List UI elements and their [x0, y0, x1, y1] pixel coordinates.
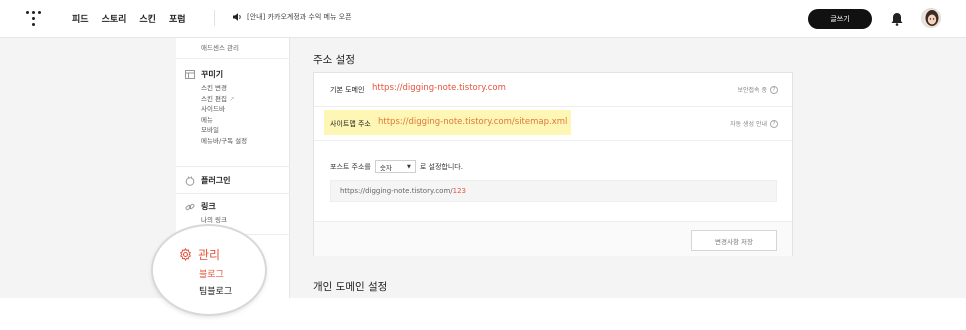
post-format-select[interactable]: 숫자 ▼ [374, 160, 416, 173]
sidebar-divider [176, 58, 290, 59]
sidebar-group-link: 링크 나의 링크 [185, 201, 227, 226]
manage-title-text: 관리 [198, 248, 221, 262]
nav-item-feed[interactable]: 피드 [72, 12, 89, 25]
save-changes-button[interactable]: 변경사항 저장 [691, 230, 777, 251]
secure-hint-text: 보안접속 중 [737, 87, 767, 94]
notice-text: [안내] 카카오계정과 수익 메뉴 오픈 [247, 13, 352, 21]
main-nav: 피드 스토리 스킨 포럼 [72, 12, 186, 25]
manage-item-blog[interactable]: 블로그 [199, 267, 224, 280]
sidebar-group-plugin: 플러그인 [185, 175, 230, 186]
sidebar-item-menubar-subscribe[interactable]: 메뉴바/구독 설정 [201, 136, 247, 147]
nav-divider [214, 10, 215, 26]
post-url-preview: https://digging-note.tistory.com/123 [330, 180, 777, 202]
sidebar-divider [176, 166, 290, 167]
help-icon[interactable]: ? [770, 85, 778, 94]
post-format-value: 숫자 [379, 163, 392, 172]
preview-number: 123 [452, 187, 467, 195]
link-icon [185, 203, 195, 210]
sitemap-url[interactable]: https://digging-note.tistory.com/sitemap… [378, 117, 567, 127]
top-nav: 피드 스토리 스킨 포럼 [안내] 카카오계정과 수익 메뉴 오픈 글쓰기 [0, 0, 966, 38]
page-title: 주소 설정 [313, 54, 355, 66]
sidebar-item-mobile[interactable]: 모바일 [201, 125, 247, 136]
manage-item-team-blog[interactable]: 팀블로그 [199, 284, 232, 297]
custom-domain-title: 개인 도메인 설정 [313, 281, 388, 293]
post-format-suffix: 로 설정합니다. [419, 162, 463, 171]
sitemap-auto-hint[interactable]: 자동 생성 안내 ? [730, 119, 778, 128]
sidebar-item-my-link[interactable]: 나의 링크 [201, 215, 227, 226]
sidebar-group-decorate: 꾸미기 스킨 변경 스킨 편집 ↗ 사이드바 메뉴 모바일 메뉴바/구독 설정 [185, 69, 247, 146]
sidebar-group-title[interactable]: 꾸미기 [201, 69, 223, 80]
external-link-icon: ↗ [229, 94, 235, 103]
gear-icon [180, 248, 191, 261]
manage-menu-title[interactable]: 관리 [179, 246, 220, 263]
tistory-logo-icon[interactable] [26, 10, 42, 26]
notice-banner[interactable]: [안내] 카카오계정과 수익 메뉴 오픈 [233, 12, 352, 22]
sidebar-divider [176, 193, 290, 194]
card-footer: 변경사항 저장 [314, 221, 792, 256]
dropdown-arrow-icon: ▼ [407, 163, 411, 170]
sidebar-item-label: 스킨 편집 [201, 94, 227, 103]
profile-picture-icon [922, 9, 940, 27]
bell-icon[interactable] [891, 12, 903, 26]
default-domain-row: 기본 도메인 https://digging-note.tistory.com … [314, 73, 792, 107]
sidebar-group-title[interactable]: 링크 [201, 201, 216, 212]
default-domain-url[interactable]: https://digging-note.tistory.com [372, 83, 506, 93]
magnifier-callout: 관리 블로그 팀블로그 [153, 226, 265, 314]
nav-item-forum[interactable]: 포럼 [169, 12, 186, 25]
avatar[interactable] [921, 8, 941, 28]
preview-base: https://digging-note.tistory.com/ [340, 187, 453, 195]
plugin-icon [185, 176, 195, 186]
nav-item-skin[interactable]: 스킨 [139, 12, 156, 25]
sitemap-label: 사이트맵 주소 [330, 120, 371, 128]
sidebar-group-title[interactable]: 플러그인 [201, 175, 230, 186]
write-button[interactable]: 글쓰기 [808, 9, 872, 29]
nav-item-story[interactable]: 스토리 [102, 12, 127, 25]
address-settings-card: 기본 도메인 https://digging-note.tistory.com … [313, 72, 793, 256]
post-format-prefix: 포스트 주소를 [330, 162, 371, 171]
post-address-format: 포스트 주소를 숫자 ▼ 로 설정합니다. [330, 160, 463, 173]
speaker-icon [233, 13, 241, 21]
sitemap-row: 사이트맵 주소 https://digging-note.tistory.com… [314, 107, 792, 141]
sitemap-hint-text: 자동 생성 안내 [730, 121, 767, 128]
help-icon[interactable]: ? [770, 119, 778, 128]
sidebar-item-adsense[interactable]: 애드센스 관리 [201, 42, 239, 52]
layout-icon [185, 70, 195, 79]
sidebar-item-skin-edit[interactable]: 스킨 편집 ↗ [201, 94, 247, 105]
secure-connection-hint[interactable]: 보안접속 중 ? [737, 85, 778, 94]
sidebar-item-sidebar[interactable]: 사이드바 [201, 104, 247, 115]
default-domain-label: 기본 도메인 [330, 86, 365, 94]
sidebar-item-menu[interactable]: 메뉴 [201, 115, 247, 126]
sidebar-item-skin-change[interactable]: 스킨 변경 [201, 83, 247, 94]
